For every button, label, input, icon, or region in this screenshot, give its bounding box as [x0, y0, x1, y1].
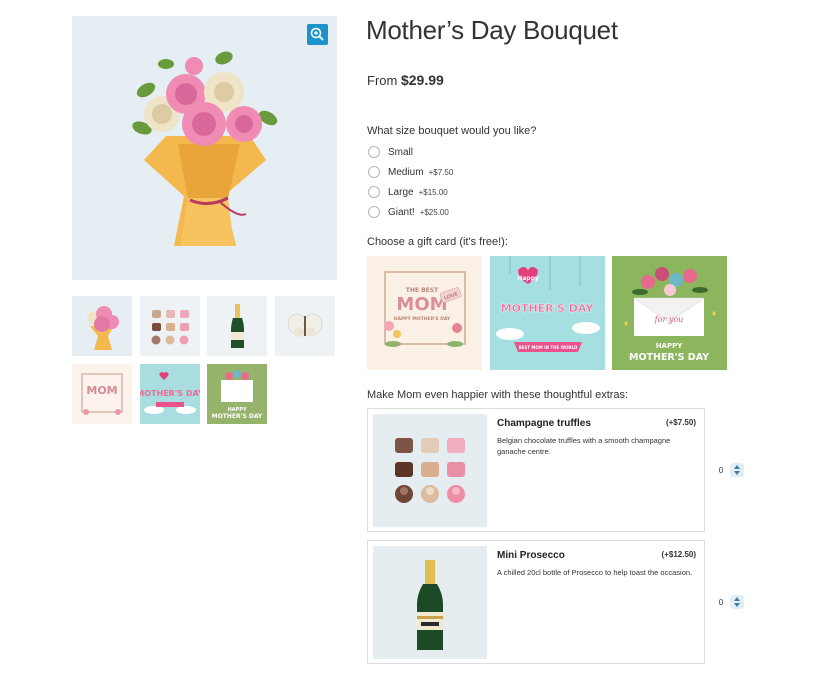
size-option-medium[interactable]: Medium +$7.50 [368, 165, 453, 179]
truffles-thumbnail-image [151, 310, 189, 345]
price-value: $29.99 [400, 72, 444, 88]
size-question: What size bouquet would you like? [367, 125, 537, 137]
bouquet-thumbnail-image [87, 306, 119, 350]
card-text-mom: MOM [396, 294, 447, 315]
thumbnail-card-mothers-day[interactable]: MOTHER'S DAY [140, 364, 200, 424]
radio-button[interactable] [368, 186, 380, 198]
thumbnail-card-envelope[interactable]: HAPPY MOTHER'S DAY [207, 364, 267, 424]
card-subtext: HAPPY MOTHER'S DAY [394, 316, 451, 322]
svg-text:MOTHER'S DAY: MOTHER'S DAY [140, 389, 200, 398]
prosecco-image [373, 546, 487, 659]
size-option-label: Medium [388, 166, 424, 178]
quantity-value[interactable]: 0 [712, 466, 730, 475]
butterfly-thumbnail-image [287, 313, 323, 337]
gift-card-mothers-day[interactable]: Happy MOTHER'S DAY BEST MOM IN THE WORLD [490, 256, 605, 370]
bouquet-illustration [132, 51, 278, 246]
card-text-best: THE BEST [406, 287, 439, 294]
size-option-label: Small [388, 146, 414, 158]
product-price: From $29.99 [367, 72, 444, 88]
card-best-mom-thumbnail-image: MOM [81, 373, 123, 415]
zoom-in-icon [310, 27, 324, 41]
extras-question: Make Mom even happier with these thought… [367, 389, 629, 401]
card-text-for-you: for you [654, 315, 684, 324]
card-text-happy: Happy [517, 275, 539, 282]
extra-price: (+$7.50) [665, 418, 696, 427]
truffles-quantity-stepper[interactable]: 0 [712, 462, 746, 478]
thumbnail-prosecco[interactable] [207, 296, 267, 356]
card-text-happy: HAPPY [656, 342, 684, 350]
size-option-giant[interactable]: Giant! +$25.00 [368, 205, 449, 219]
gift-card-best-mom-image: THE BEST MOM LOVE HAPPY MOTHER'S DAY [384, 271, 466, 347]
gift-card-question: Choose a gift card (it's free!): [367, 236, 508, 248]
size-option-large[interactable]: Large +$15.00 [368, 185, 448, 199]
size-option-addon: +$15.00 [418, 187, 448, 197]
main-product-image[interactable] [72, 16, 337, 280]
card-ribbon-text: BEST MOM IN THE WORLD [519, 345, 578, 350]
card-envelope-thumbnail-image: HAPPY MOTHER'S DAY [212, 370, 263, 420]
size-option-label: Large [388, 186, 414, 198]
gift-card-envelope[interactable]: for you HAPPY MOTHER'S DAY [612, 256, 727, 370]
gift-card-envelope-image: for you HAPPY MOTHER'S DAY [624, 267, 716, 363]
size-option-addon: +$7.50 [428, 167, 454, 177]
thumbnail-card-best-mom[interactable]: MOM [72, 364, 132, 424]
spinner-arrows-icon[interactable] [730, 463, 744, 477]
card-text-mothers-day: MOTHER'S DAY [501, 302, 595, 315]
card-mothers-day-thumbnail-image: MOTHER'S DAY [140, 372, 200, 414]
thumbnail-truffles[interactable] [140, 296, 200, 356]
extra-price: (+$12.50) [661, 550, 696, 559]
svg-text:MOM: MOM [86, 384, 117, 397]
prosecco-quantity-stepper[interactable]: 0 [712, 594, 746, 610]
extra-description: A chilled 20cl bottle of Prosecco to hel… [497, 568, 693, 577]
radio-button[interactable] [368, 146, 380, 158]
size-option-label: Giant! [388, 206, 415, 218]
product-title: Mother’s Day Bouquet [366, 15, 618, 45]
extra-mini-prosecco: Mini Prosecco (+$12.50) A chilled 20cl b… [367, 540, 705, 664]
truffles-image [373, 414, 487, 527]
zoom-button[interactable] [307, 24, 328, 45]
extra-name: Champagne truffles [497, 418, 591, 429]
prosecco-thumbnail-image [231, 304, 244, 348]
thumbnail-butterfly[interactable] [275, 296, 335, 356]
truffles-illustration [395, 438, 465, 503]
size-option-small[interactable]: Small [368, 145, 418, 159]
prosecco-illustration [417, 560, 443, 650]
size-option-addon: +$25.00 [419, 207, 449, 217]
extra-champagne-truffles: Champagne truffles (+$7.50) Belgian choc… [367, 408, 705, 532]
svg-text:MOTHER'S DAY: MOTHER'S DAY [212, 413, 263, 420]
thumbnail-bouquet[interactable] [72, 296, 132, 356]
gift-card-best-mom[interactable]: THE BEST MOM LOVE HAPPY MOTHER'S DAY [367, 256, 482, 370]
extra-description: Belgian chocolate truffles with a smooth… [497, 436, 671, 456]
radio-button[interactable] [368, 166, 380, 178]
extra-name: Mini Prosecco [497, 550, 565, 561]
gift-card-mothers-day-image: Happy MOTHER'S DAY BEST MOM IN THE WORLD [496, 256, 600, 352]
price-prefix: From [367, 73, 398, 88]
spinner-arrows-icon[interactable] [730, 595, 744, 609]
quantity-value[interactable]: 0 [712, 598, 730, 607]
card-text-mothers-day: MOTHER'S DAY [629, 352, 709, 363]
radio-button[interactable] [368, 206, 380, 218]
